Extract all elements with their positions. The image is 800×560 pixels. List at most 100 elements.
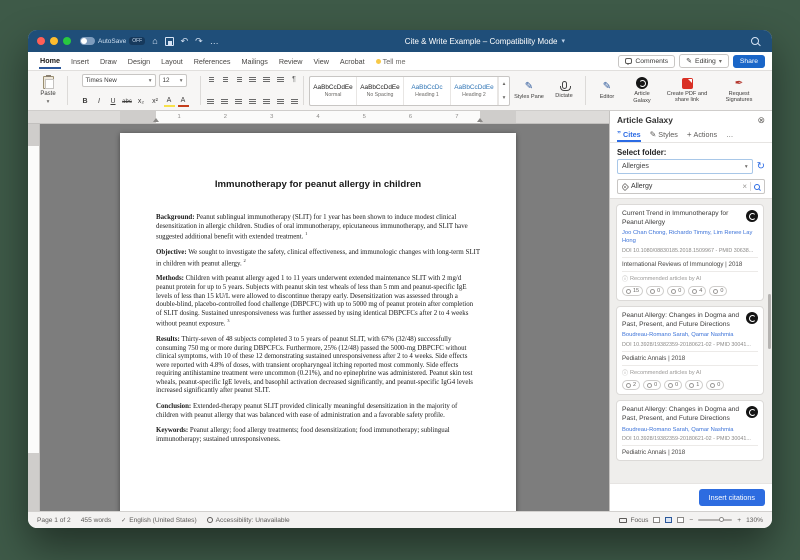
- language-selector[interactable]: ✓ English (United States): [121, 517, 196, 524]
- shares-badge[interactable]: 0: [667, 286, 685, 296]
- insert-citations-button[interactable]: Insert citations: [699, 489, 765, 506]
- article-galaxy-logo-icon[interactable]: [746, 312, 758, 324]
- subscript-button[interactable]: x₂: [136, 98, 147, 105]
- numbering-icon[interactable]: [219, 74, 230, 85]
- saves-badge[interactable]: 4: [688, 286, 706, 296]
- decrease-indent-icon[interactable]: [247, 74, 258, 85]
- title-chevron-icon[interactable]: ▾: [562, 37, 566, 45]
- redo-icon[interactable]: ↷: [195, 36, 203, 46]
- search-submit-icon[interactable]: [754, 184, 760, 190]
- article-card[interactable]: Current Trend in Immunotherapy for Peanu…: [616, 204, 764, 301]
- justify-icon[interactable]: [247, 96, 258, 107]
- zoom-in-icon[interactable]: +: [737, 517, 741, 524]
- article-galaxy-button[interactable]: Article Galaxy: [626, 74, 658, 107]
- clear-search-icon[interactable]: ×: [742, 182, 747, 191]
- search-icon[interactable]: [751, 37, 759, 45]
- comments-badge[interactable]: 0: [643, 380, 661, 390]
- align-left-icon[interactable]: [205, 96, 216, 107]
- tab-acrobat[interactable]: Acrobat: [339, 54, 366, 68]
- zoom-out-icon[interactable]: −: [689, 517, 693, 524]
- editing-mode-button[interactable]: ✎ Editing ▾: [679, 54, 729, 68]
- zoom-percent[interactable]: 130%: [746, 517, 763, 524]
- styles-pane-button[interactable]: ✎ Styles Pane: [513, 74, 545, 107]
- save-icon[interactable]: [165, 37, 174, 46]
- recommended-row[interactable]: ⓘ Recommended articles by AI: [622, 365, 758, 377]
- autosave-toggle[interactable]: AutoSave OFF: [80, 37, 145, 45]
- read-mode-icon[interactable]: [653, 517, 660, 523]
- citations-badge[interactable]: 15: [622, 286, 643, 296]
- tab-home[interactable]: Home: [39, 53, 61, 69]
- article-galaxy-logo-icon[interactable]: [746, 406, 758, 418]
- request-signatures-button[interactable]: ✒ Request Signatures: [716, 74, 762, 107]
- style-heading-1[interactable]: AaBbCcDc Heading 1: [404, 77, 451, 105]
- tab-styles[interactable]: ✎ Styles: [650, 130, 678, 142]
- gallery-up-icon[interactable]: ▴: [503, 81, 506, 87]
- create-pdf-button[interactable]: Create PDF and share link: [661, 74, 713, 107]
- citation-ref[interactable]: 3: [227, 318, 229, 323]
- multilevel-list-icon[interactable]: [233, 74, 244, 85]
- document-page[interactable]: Immunotherapy for peanut allergy in chil…: [120, 133, 516, 511]
- left-indent-marker[interactable]: [153, 118, 159, 122]
- share-button[interactable]: Share: [733, 55, 765, 68]
- bold-button[interactable]: B: [80, 98, 91, 105]
- article-card[interactable]: Peanut Allergy: Changes in Dogma and Pas…: [616, 306, 764, 395]
- line-spacing-icon[interactable]: [261, 96, 272, 107]
- readers-badge[interactable]: 0: [709, 286, 727, 296]
- home-icon[interactable]: ⌂: [152, 36, 157, 46]
- bullets-icon[interactable]: [205, 74, 216, 85]
- sort-icon[interactable]: [275, 74, 286, 85]
- minimize-window-button[interactable]: [50, 37, 58, 45]
- comments-button[interactable]: Comments: [618, 55, 675, 68]
- tab-tell-me[interactable]: Tell me: [375, 54, 407, 68]
- tab-layout[interactable]: Layout: [160, 54, 184, 68]
- style-no-spacing[interactable]: AaBbCcDdEe No Spacing: [357, 77, 404, 105]
- right-indent-marker[interactable]: [477, 118, 483, 122]
- font-color-button[interactable]: A: [178, 96, 189, 107]
- gallery-down-icon[interactable]: ▾: [503, 95, 506, 101]
- readers-badge[interactable]: 0: [706, 380, 724, 390]
- borders-icon[interactable]: [289, 96, 300, 107]
- tab-references[interactable]: References: [193, 54, 232, 68]
- zoom-knob[interactable]: [719, 517, 724, 522]
- folder-select[interactable]: Allergies ▾: [617, 159, 753, 174]
- undo-icon[interactable]: ↶: [181, 36, 189, 46]
- font-name-select[interactable]: Times New ▾: [82, 74, 156, 87]
- search-input[interactable]: Allergy ×: [617, 179, 765, 194]
- results-scrollbar[interactable]: [768, 294, 771, 349]
- tab-mailings[interactable]: Mailings: [240, 54, 268, 68]
- tab-view[interactable]: View: [312, 54, 329, 68]
- refresh-icon[interactable]: ↻: [757, 162, 765, 172]
- show-paragraph-marks-icon[interactable]: ¶: [289, 76, 300, 83]
- font-size-select[interactable]: 12 ▾: [159, 74, 187, 87]
- close-panel-icon[interactable]: ⊗: [757, 116, 765, 125]
- paste-button[interactable]: Paste ▾: [34, 74, 62, 107]
- close-window-button[interactable]: [37, 37, 45, 45]
- tab-draw[interactable]: Draw: [99, 54, 118, 68]
- fullscreen-window-button[interactable]: [63, 37, 71, 45]
- citation-ref[interactable]: 1: [305, 231, 307, 236]
- zoom-slider[interactable]: [698, 519, 732, 521]
- align-right-icon[interactable]: [233, 96, 244, 107]
- comments-badge[interactable]: 0: [646, 286, 664, 296]
- style-heading-2[interactable]: AaBbCcDdEe Heading 2: [451, 77, 498, 105]
- recommended-row[interactable]: ⓘ Recommended articles by AI: [622, 271, 758, 283]
- dictate-button[interactable]: Dictate: [548, 74, 580, 107]
- citation-ref[interactable]: 2: [243, 258, 245, 263]
- highlight-color-button[interactable]: A: [164, 96, 175, 107]
- tab-cites[interactable]: ” Cites: [617, 130, 641, 142]
- saves-badge[interactable]: 1: [685, 380, 703, 390]
- more-commands-icon[interactable]: …: [210, 36, 219, 46]
- underline-button[interactable]: U: [108, 98, 119, 105]
- tab-actions[interactable]: + Actions: [687, 130, 717, 142]
- citations-badge[interactable]: 2: [622, 380, 640, 390]
- tab-more[interactable]: …: [726, 130, 733, 142]
- editor-button[interactable]: ✎ Editor: [591, 74, 623, 107]
- shading-icon[interactable]: [275, 96, 286, 107]
- style-normal[interactable]: AaBbCcDdEe Normal: [310, 77, 357, 105]
- web-layout-icon[interactable]: [677, 517, 684, 523]
- page-indicator[interactable]: Page 1 of 2: [37, 517, 71, 524]
- superscript-button[interactable]: x²: [150, 98, 161, 105]
- shares-badge[interactable]: 0: [664, 380, 682, 390]
- article-card[interactable]: Peanut Allergy: Changes in Dogma and Pas…: [616, 400, 764, 461]
- word-count[interactable]: 455 words: [81, 517, 111, 524]
